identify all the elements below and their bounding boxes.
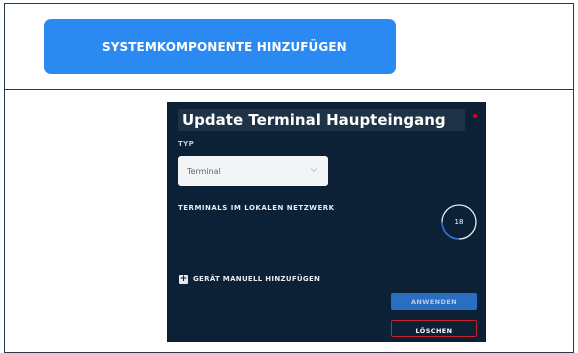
terminals-network-label: TERMINALS IM LOKALEN NETZWERK — [178, 204, 335, 212]
add-device-manually-label: GERÄT MANUELL HINZUFÜGEN — [193, 275, 321, 283]
chevron-down-icon — [310, 168, 318, 173]
apply-button[interactable]: ANWENDEN — [391, 293, 477, 310]
terminal-count: 18 — [454, 218, 464, 226]
type-label: TYP — [178, 140, 195, 148]
add-system-component-button[interactable]: SYSTEMKOMPONENTE HINZUFÜGEN — [44, 19, 396, 74]
panel-title: Update Terminal Haupteingang — [182, 111, 446, 129]
plus-icon: + — [179, 274, 188, 284]
type-select-value: Terminal — [187, 167, 221, 176]
terminal-edit-panel: Update Terminal Haupteingang TYP Termina… — [167, 102, 486, 342]
status-indicator — [473, 114, 477, 118]
header-divider — [5, 89, 573, 90]
type-select[interactable]: Terminal — [178, 156, 328, 186]
panel-title-box: Update Terminal Haupteingang — [178, 109, 465, 131]
delete-button[interactable]: LÖSCHEN — [391, 320, 477, 337]
